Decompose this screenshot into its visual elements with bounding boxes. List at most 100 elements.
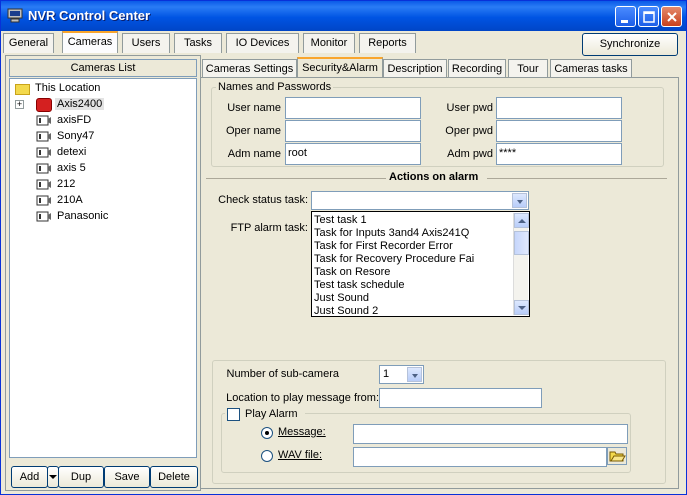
tree-item-label: Axis2400 bbox=[55, 98, 105, 110]
tree-item-label: 210A bbox=[57, 194, 83, 206]
dropdown-option[interactable]: Test task 1 bbox=[314, 214, 367, 227]
minimize-button[interactable] bbox=[615, 6, 636, 27]
dropdown-option[interactable]: Just Sound bbox=[314, 292, 369, 305]
tab-recording[interactable]: Recording bbox=[448, 59, 506, 78]
tree-item-this-location[interactable]: This Location bbox=[12, 81, 162, 97]
message-radio[interactable] bbox=[261, 427, 273, 439]
tab-tour[interactable]: Tour bbox=[508, 59, 548, 78]
camera-icon bbox=[36, 131, 51, 142]
tab-cameras-settings[interactable]: Cameras Settings bbox=[202, 59, 297, 78]
adm-name-field[interactable]: root bbox=[285, 143, 421, 165]
maximize-icon bbox=[643, 11, 655, 23]
tab-cameras-tasks[interactable]: Cameras tasks bbox=[550, 59, 632, 78]
sub-camera-value: 1 bbox=[383, 368, 390, 380]
tree-item-210a[interactable]: 210A bbox=[12, 193, 162, 209]
maximize-button[interactable] bbox=[638, 6, 659, 27]
tree-item-axisfd[interactable]: axisFD bbox=[12, 113, 162, 129]
adm-pwd-field[interactable]: **** bbox=[496, 143, 622, 165]
tree-item-label: This Location bbox=[35, 82, 101, 94]
cameras-list-header: Cameras List bbox=[9, 59, 197, 77]
dropdown-scrollbar[interactable] bbox=[513, 213, 529, 315]
chevron-down-icon[interactable] bbox=[407, 367, 422, 382]
dup-button[interactable]: Dup bbox=[58, 466, 104, 488]
tab-general[interactable]: General bbox=[3, 33, 54, 53]
wav-file-field[interactable] bbox=[353, 447, 607, 467]
camera-icon bbox=[36, 115, 51, 126]
tree-item-label: Panasonic bbox=[57, 210, 109, 222]
synchronize-button[interactable]: Synchronize bbox=[582, 33, 678, 56]
title-bar[interactable]: NVR Control Center bbox=[1, 1, 686, 31]
oper-pwd-field[interactable] bbox=[496, 120, 622, 142]
oper-name-field[interactable] bbox=[285, 120, 421, 142]
browse-file-button[interactable] bbox=[607, 447, 627, 465]
dropdown-option[interactable]: Test task schedule bbox=[314, 279, 405, 292]
sub-camera-select[interactable]: 1 bbox=[379, 365, 424, 384]
tab-reports[interactable]: Reports bbox=[359, 33, 416, 53]
minimize-icon bbox=[621, 20, 628, 23]
play-alarm-checkbox[interactable] bbox=[227, 408, 240, 421]
tree-item-panasonic[interactable]: Panasonic bbox=[12, 209, 162, 225]
play-alarm-title: Play Alarm bbox=[225, 407, 305, 421]
actions-on-alarm-title: Actions on alarm bbox=[389, 171, 479, 183]
check-status-label: Check status task: bbox=[218, 194, 308, 206]
chevron-down-icon[interactable] bbox=[512, 193, 527, 208]
user-name-field[interactable] bbox=[285, 97, 421, 119]
tree-item-label: Sony47 bbox=[57, 130, 95, 142]
tab-io-devices[interactable]: IO Devices bbox=[226, 33, 299, 53]
sub-camera-label: Number of sub-camera bbox=[226, 368, 340, 380]
close-button[interactable] bbox=[661, 6, 682, 27]
check-status-dropdown-list[interactable]: Test task 1 Task for Inputs 3and4 Axis24… bbox=[311, 211, 530, 317]
camera-tree[interactable]: This Location + Axis2400 axisFD Sony47 d… bbox=[9, 78, 197, 458]
cameras-list-panel: Cameras List This Location + Axis2400 ax… bbox=[5, 55, 201, 491]
dropdown-option[interactable]: Task for Recovery Procedure Fai bbox=[314, 253, 474, 266]
main-tab-bar: General Cameras Users Tasks IO Devices M… bbox=[1, 31, 686, 56]
user-pwd-field[interactable] bbox=[496, 97, 622, 119]
tree-item-212[interactable]: 212 bbox=[12, 177, 162, 193]
adm-pwd-label: Adm pwd bbox=[447, 148, 493, 160]
adm-name-label: Adm name bbox=[227, 148, 281, 160]
divider-right bbox=[487, 178, 667, 179]
tree-item-axis2400[interactable]: + Axis2400 bbox=[12, 97, 162, 113]
location-field[interactable] bbox=[379, 388, 542, 408]
check-status-select[interactable] bbox=[311, 191, 529, 210]
camera-alert-icon bbox=[36, 98, 52, 112]
add-button[interactable]: Add bbox=[11, 466, 48, 488]
dropdown-option[interactable]: Task for First Recorder Error bbox=[314, 240, 453, 253]
window-title: NVR Control Center bbox=[28, 8, 151, 23]
chevron-down-icon bbox=[49, 475, 57, 479]
folder-icon bbox=[15, 84, 30, 95]
close-icon bbox=[667, 12, 677, 22]
wav-file-label: WAV file: bbox=[278, 449, 323, 461]
scroll-thumb[interactable] bbox=[514, 231, 529, 255]
wav-file-radio[interactable] bbox=[261, 450, 273, 462]
tab-cameras[interactable]: Cameras bbox=[62, 31, 118, 53]
save-button[interactable]: Save bbox=[104, 466, 150, 488]
camera-icon bbox=[36, 179, 51, 190]
tree-item-axis-5[interactable]: axis 5 bbox=[12, 161, 162, 177]
dropdown-option[interactable]: Task for Inputs 3and4 Axis241Q bbox=[314, 227, 469, 240]
tab-security-alarm[interactable]: Security&Alarm bbox=[297, 57, 383, 78]
dropdown-option[interactable]: Task on Resore bbox=[314, 266, 390, 279]
delete-button[interactable]: Delete bbox=[150, 466, 198, 488]
tab-description[interactable]: Description bbox=[383, 59, 447, 78]
camera-icon bbox=[36, 163, 51, 174]
message-field[interactable] bbox=[353, 424, 628, 444]
expand-icon[interactable]: + bbox=[15, 100, 24, 109]
dropdown-option[interactable]: Just Sound 2 bbox=[314, 305, 378, 318]
tab-users[interactable]: Users bbox=[122, 33, 170, 53]
tree-item-detexi[interactable]: detexi bbox=[12, 145, 162, 161]
camera-icon bbox=[36, 211, 51, 222]
app-window: NVR Control Center General Cameras Users… bbox=[0, 0, 687, 495]
tree-item-label: axisFD bbox=[57, 114, 92, 126]
message-label: Message: bbox=[278, 426, 326, 438]
oper-pwd-label: Oper pwd bbox=[445, 125, 493, 137]
scroll-up-icon[interactable] bbox=[514, 213, 529, 228]
ftp-alarm-label: FTP alarm task: bbox=[230, 222, 308, 234]
folder-open-icon bbox=[609, 451, 626, 462]
user-name-label: User name bbox=[227, 102, 281, 114]
tab-tasks[interactable]: Tasks bbox=[174, 33, 222, 53]
scroll-down-icon[interactable] bbox=[514, 300, 529, 315]
names-passwords-title: Names and Passwords bbox=[216, 81, 334, 93]
tab-monitor[interactable]: Monitor bbox=[303, 33, 355, 53]
tree-item-sony47[interactable]: Sony47 bbox=[12, 129, 162, 145]
